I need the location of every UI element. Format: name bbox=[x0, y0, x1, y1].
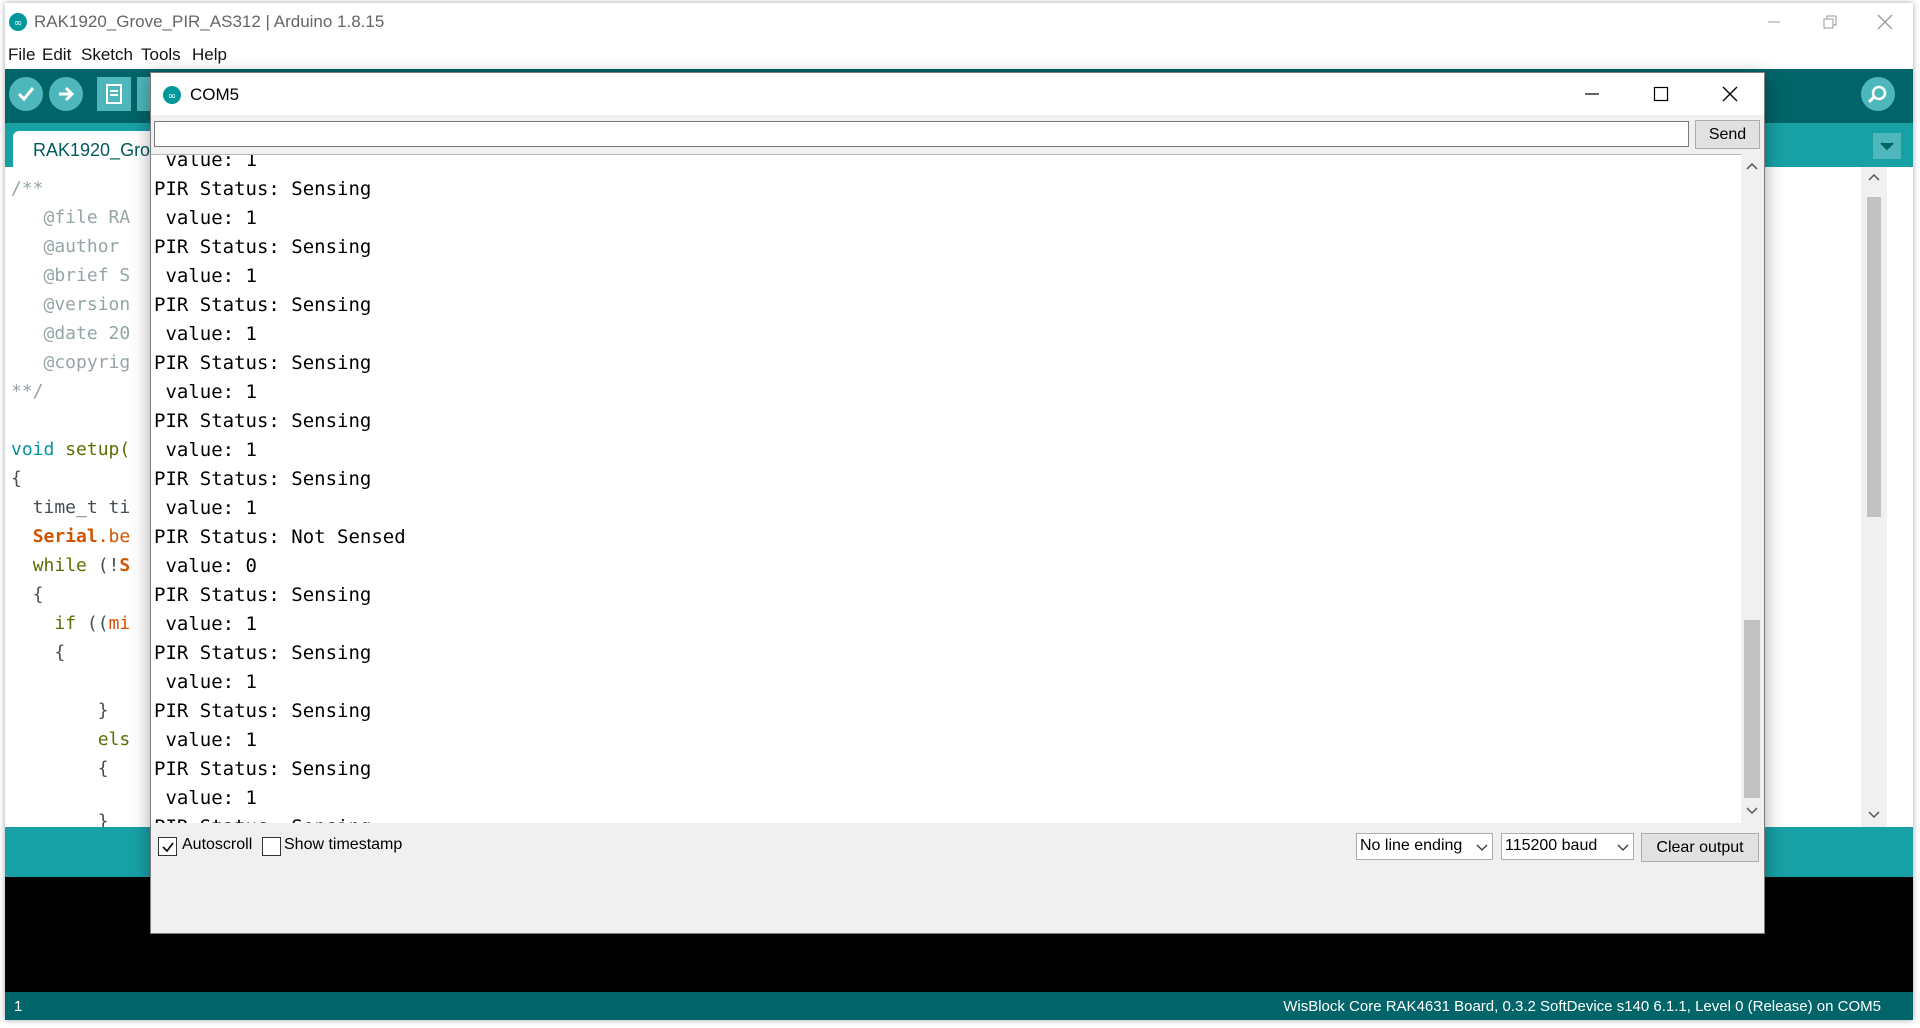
chevron-down-icon bbox=[1476, 839, 1488, 857]
serial-options-bar: Autoscroll Show timestamp No line ending… bbox=[151, 823, 1764, 869]
code-line: /** bbox=[11, 178, 44, 199]
ide-minimize-button[interactable] bbox=[1746, 3, 1802, 41]
send-button[interactable]: Send bbox=[1695, 120, 1760, 149]
send-input[interactable] bbox=[154, 121, 1689, 147]
maximize-icon bbox=[1653, 86, 1668, 102]
checkmark-icon bbox=[17, 87, 35, 102]
serial-monitor-window: ∞ COM5 Send value: 1 PIR Status: Sensing… bbox=[150, 72, 1765, 934]
menu-tools[interactable]: Tools bbox=[141, 45, 181, 65]
autoscroll-label: Autoscroll bbox=[182, 836, 253, 853]
code-line: @author bbox=[11, 236, 131, 257]
ide-restore-button[interactable] bbox=[1802, 3, 1858, 41]
scroll-up-icon[interactable] bbox=[1746, 162, 1758, 170]
verify-button[interactable] bbox=[9, 77, 43, 111]
menu-edit[interactable]: Edit bbox=[42, 45, 71, 65]
serial-minimize-button[interactable] bbox=[1557, 73, 1626, 115]
scroll-down-icon[interactable] bbox=[1746, 807, 1758, 815]
clear-output-button[interactable]: Clear output bbox=[1641, 833, 1759, 862]
serial-output[interactable]: value: 1 PIR Status: Sensing value: 1 PI… bbox=[151, 154, 1747, 824]
code-line: time_t ti bbox=[11, 497, 131, 518]
code-line: if ((mi bbox=[54, 613, 131, 634]
line-number: 1 bbox=[14, 998, 23, 1015]
magnifier-icon bbox=[1867, 85, 1887, 104]
serial-monitor-button[interactable] bbox=[1861, 77, 1895, 111]
code-line: { bbox=[11, 468, 22, 489]
status-bar: 1 WisBlock Core RAK4631 Board, 0.3.2 Sof… bbox=[5, 992, 1913, 1020]
code-line: { bbox=[11, 758, 109, 779]
baud-rate-value: 115200 baud bbox=[1505, 837, 1598, 854]
menu-help[interactable]: Help bbox=[192, 45, 227, 65]
line-ending-select[interactable]: No line ending bbox=[1356, 833, 1493, 860]
menu-file[interactable]: File bbox=[8, 45, 35, 65]
code-line: els bbox=[97, 729, 131, 750]
code-line: { bbox=[11, 584, 44, 605]
ide-title-bar: ∞ RAK1920_Grove_PIR_AS312 | Arduino 1.8.… bbox=[5, 3, 1913, 41]
upload-button[interactable] bbox=[49, 77, 83, 111]
code-line: **/ bbox=[11, 381, 44, 402]
code-line: { bbox=[11, 642, 66, 663]
arduino-logo-icon: ∞ bbox=[162, 85, 182, 110]
arduino-logo-icon: ∞ bbox=[8, 12, 28, 37]
tab-sketch[interactable]: RAK1920_Grove_PIR_AS312 bbox=[13, 131, 273, 167]
serial-output-text: value: 1 PIR Status: Sensing value: 1 PI… bbox=[154, 154, 406, 824]
close-icon bbox=[1722, 86, 1737, 102]
svg-text:∞: ∞ bbox=[168, 91, 176, 102]
show-timestamp-label: Show timestamp bbox=[284, 836, 403, 853]
code-line: } bbox=[11, 811, 109, 827]
code-line: @version bbox=[11, 294, 131, 315]
serial-scroll-thumb[interactable] bbox=[1744, 620, 1760, 798]
code-line: @date 20 bbox=[11, 323, 131, 344]
checkmark-icon bbox=[161, 842, 174, 852]
chevron-down-icon bbox=[1617, 839, 1629, 857]
line-ending-value: No line ending bbox=[1360, 837, 1463, 854]
tab-menu-button[interactable] bbox=[1873, 133, 1901, 159]
code-line: @brief S bbox=[11, 265, 131, 286]
code-line: @file RA bbox=[11, 207, 131, 228]
code-line: Serial.be bbox=[32, 526, 131, 547]
scroll-down-icon[interactable] bbox=[1868, 811, 1880, 819]
editor-scroll-thumb[interactable] bbox=[1867, 197, 1881, 517]
scroll-up-icon[interactable] bbox=[1868, 173, 1880, 181]
editor-scrollbar[interactable] bbox=[1861, 167, 1887, 827]
serial-close-button[interactable] bbox=[1695, 73, 1764, 115]
code-line: } bbox=[11, 700, 109, 721]
serial-window-title: COM5 bbox=[190, 85, 240, 104]
serial-title-bar: ∞ COM5 bbox=[151, 73, 1764, 115]
chevron-down-icon bbox=[1880, 142, 1894, 151]
new-file-icon bbox=[106, 84, 122, 104]
show-timestamp-checkbox[interactable] bbox=[262, 837, 281, 856]
code-line: void setup( bbox=[11, 439, 131, 460]
new-sketch-button[interactable] bbox=[97, 77, 131, 111]
svg-text:∞: ∞ bbox=[14, 18, 22, 29]
autoscroll-checkbox[interactable] bbox=[158, 837, 177, 856]
ide-close-button[interactable] bbox=[1857, 3, 1913, 41]
arrow-right-icon bbox=[59, 86, 75, 102]
code-line: while (!S bbox=[32, 555, 131, 576]
menu-sketch[interactable]: Sketch bbox=[81, 45, 133, 65]
menu-bar: File Edit Sketch Tools Help bbox=[5, 41, 1913, 69]
ide-window-title: RAK1920_Grove_PIR_AS312 | Arduino 1.8.15 bbox=[34, 12, 385, 31]
minimize-icon bbox=[1584, 93, 1599, 95]
serial-maximize-button[interactable] bbox=[1626, 73, 1695, 115]
code-line: @copyrig bbox=[11, 352, 131, 373]
board-info: WisBlock Core RAK4631 Board, 0.3.2 SoftD… bbox=[1283, 998, 1881, 1015]
baud-rate-select[interactable]: 115200 baud bbox=[1501, 833, 1634, 860]
serial-scrollbar[interactable] bbox=[1741, 154, 1763, 823]
